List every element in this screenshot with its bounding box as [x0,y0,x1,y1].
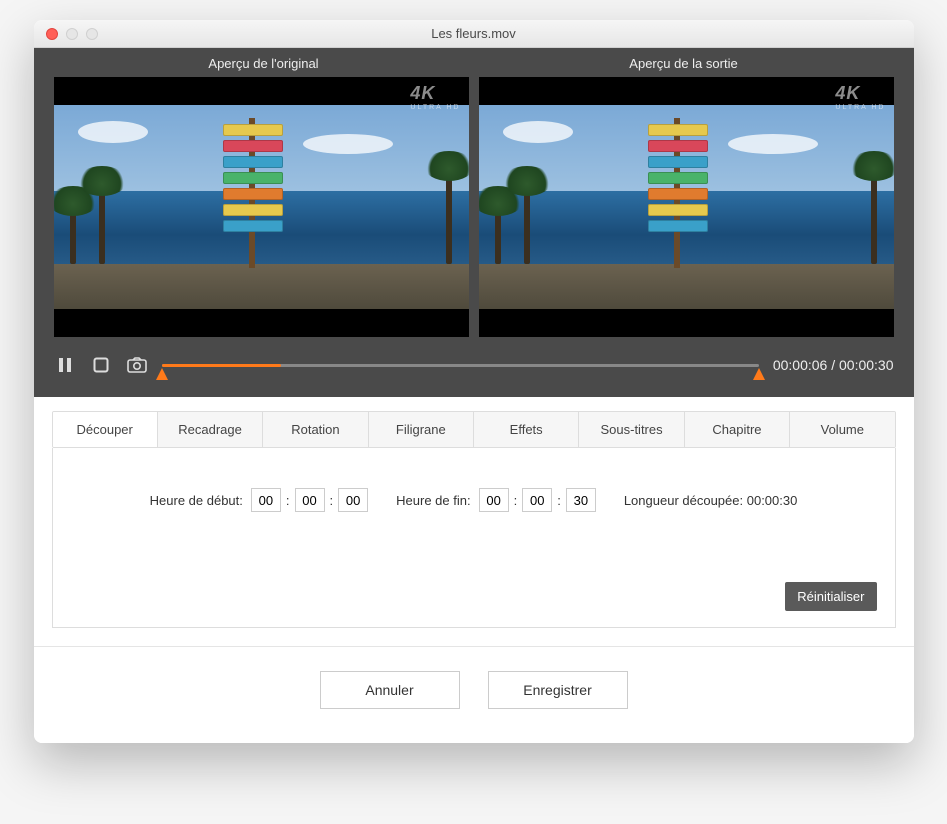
start-minutes-input[interactable] [295,488,325,512]
total-time: 00:00:30 [839,357,894,373]
tab-rotation[interactable]: Rotation [263,412,368,447]
timeline-progress [162,364,281,367]
reset-button[interactable]: Réinitialiser [785,582,876,611]
timecode: 00:00:06 / 00:00:30 [773,357,894,373]
tab-recadrage[interactable]: Recadrage [158,412,263,447]
original-preview-label: Aperçu de l'original [54,56,474,71]
save-button[interactable]: Enregistrer [488,671,628,709]
clip-length: Longueur découpée: 00:00:30 [624,493,798,508]
timeline-slider[interactable] [162,353,759,377]
end-hours-input[interactable] [479,488,509,512]
current-time: 00:00:06 [773,357,828,373]
time-colon: : [556,493,562,508]
trim-end-handle[interactable] [753,368,765,380]
start-hours-input[interactable] [251,488,281,512]
resolution-badge: 4KULTRA HD [835,83,885,111]
preview-scene [54,105,469,309]
playback-controls: 00:00:06 / 00:00:30 [54,353,894,377]
preview-labels: Aperçu de l'original Aperçu de la sortie [54,56,894,71]
preview-pair: 4KULTRA HD [54,77,894,337]
start-seconds-input[interactable] [338,488,368,512]
time-colon: : [285,493,291,508]
original-preview[interactable]: 4KULTRA HD [54,77,469,337]
dialog-footer: Annuler Enregistrer [34,647,914,743]
pause-icon [57,357,73,373]
tab-bar: DécouperRecadrageRotationFiligraneEffets… [52,411,896,448]
tab-effets[interactable]: Effets [474,412,579,447]
trim-start-handle[interactable] [156,368,168,380]
titlebar: Les fleurs.mov [34,20,914,48]
time-colon: : [513,493,519,508]
output-preview-label: Aperçu de la sortie [474,56,894,71]
stop-button[interactable] [90,354,112,376]
pause-button[interactable] [54,354,76,376]
stop-icon [93,357,109,373]
tab-volume[interactable]: Volume [790,412,894,447]
resolution-badge: 4KULTRA HD [410,83,460,111]
cancel-button[interactable]: Annuler [320,671,460,709]
end-minutes-input[interactable] [522,488,552,512]
end-time-group: Heure de fin: : : [396,488,596,512]
snapshot-button[interactable] [126,354,148,376]
tabs-area: DécouperRecadrageRotationFiligraneEffets… [34,397,914,647]
start-time-group: Heure de début: : : [150,488,368,512]
tab-chapitre[interactable]: Chapitre [685,412,790,447]
output-preview[interactable]: 4KULTRA HD [479,77,894,337]
end-time-label: Heure de fin: [396,493,470,508]
preview-area: Aperçu de l'original Aperçu de la sortie [34,48,914,397]
preview-scene [479,105,894,309]
tab-soustitres[interactable]: Sous-titres [579,412,684,447]
tab-filigrane[interactable]: Filigrane [369,412,474,447]
tab-decouper[interactable]: Découper [53,412,158,447]
clip-length-value: 00:00:30 [747,493,798,508]
start-time-label: Heure de début: [150,493,243,508]
timeline-track [162,364,759,367]
end-seconds-input[interactable] [566,488,596,512]
clip-settings-row: Heure de début: : : Heure de fin: : : [77,488,871,512]
camera-icon [127,357,147,373]
window-title: Les fleurs.mov [34,26,914,41]
clip-length-label: Longueur découpée: [624,493,743,508]
time-separator: / [831,357,835,373]
tab-panel-decouper: Heure de début: : : Heure de fin: : : [52,448,896,628]
time-colon: : [329,493,335,508]
editor-window: Les fleurs.mov Aperçu de l'original Aper… [34,20,914,743]
